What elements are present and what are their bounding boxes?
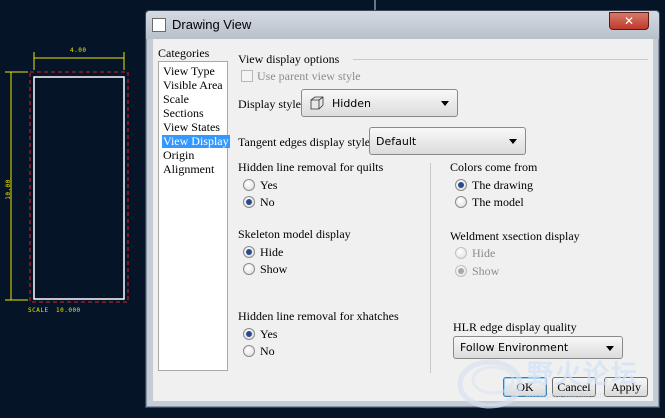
app-icon: [152, 18, 166, 32]
category-scale[interactable]: Scale: [162, 93, 190, 106]
chevron-down-icon: [509, 139, 517, 144]
hidden-quilts-label: Hidden line removal for quilts: [238, 160, 384, 174]
hidden-quilts-no-label: No: [260, 195, 275, 209]
chevron-down-icon: [606, 346, 614, 351]
cancel-button[interactable]: Cancel: [552, 377, 596, 397]
hlr-dropdown[interactable]: Follow Environment: [453, 336, 623, 359]
hidden-xhatch-yes-label: Yes: [260, 327, 278, 341]
weldment-label: Weldment xsection display: [450, 229, 580, 243]
colors-model-radio[interactable]: [455, 196, 467, 208]
scale-label: SCALE: [28, 307, 49, 314]
skeleton-hide-label: Hide: [260, 245, 284, 259]
drawing-view-dialog: Drawing View ✕ Categories View Type Visi…: [145, 10, 660, 408]
ok-button[interactable]: OK: [503, 377, 547, 397]
display-style-value: Hidden: [332, 97, 372, 110]
dialog-titlebar[interactable]: Drawing View ✕: [146, 11, 659, 39]
hidden-quilts-yes-label: Yes: [260, 178, 278, 192]
weldment-hide-label: Hide: [472, 246, 496, 260]
category-view-display[interactable]: View Display: [162, 135, 230, 148]
skeleton-label: Skeleton model display: [238, 227, 351, 241]
skeleton-show-label: Show: [260, 262, 288, 276]
dimension-height: 10.00: [4, 179, 12, 200]
category-view-states[interactable]: View States: [162, 121, 221, 134]
close-button[interactable]: ✕: [609, 12, 649, 30]
chevron-down-icon: [441, 101, 449, 106]
category-view-type[interactable]: View Type: [162, 65, 216, 78]
tangent-dropdown[interactable]: Default: [369, 127, 526, 155]
hidden-quilts-yes-radio[interactable]: [243, 179, 255, 191]
hlr-value: Follow Environment: [460, 341, 569, 354]
categories-label: Categories: [158, 46, 210, 60]
weldment-hide-radio: [455, 247, 467, 259]
column-separator: [430, 163, 431, 373]
tangent-label: Tangent edges display style: [238, 135, 371, 149]
colors-drawing-label: The drawing: [472, 178, 533, 192]
skeleton-hide-radio[interactable]: [243, 246, 255, 258]
scale-value: 10.000: [56, 307, 81, 314]
weldment-show-label: Show: [472, 264, 500, 278]
skeleton-show-radio[interactable]: [243, 263, 255, 275]
use-parent-label: Use parent view style: [257, 69, 361, 83]
tangent-value: Default: [376, 135, 417, 148]
display-style-dropdown[interactable]: Hidden: [301, 89, 458, 117]
hidden-xhatch-yes-radio[interactable]: [243, 328, 255, 340]
group-divider: [353, 59, 648, 60]
dialog-title: Drawing View: [172, 17, 252, 32]
hidden-style-icon: [310, 96, 324, 110]
apply-button[interactable]: Apply: [604, 377, 648, 397]
dialog-content: Categories View Type Visible Area Scale …: [153, 39, 653, 401]
category-sections[interactable]: Sections: [162, 107, 205, 120]
hlr-label: HLR edge display quality: [453, 320, 577, 334]
hidden-xhatch-label: Hidden line removal for xhatches: [238, 309, 399, 323]
category-visible-area[interactable]: Visible Area: [162, 79, 224, 92]
categories-list: View Type Visible Area Scale Sections Vi…: [158, 61, 230, 371]
colors-model-label: The model: [472, 195, 524, 209]
hidden-xhatch-no-label: No: [260, 344, 275, 358]
category-alignment[interactable]: Alignment: [162, 163, 215, 176]
hidden-quilts-no-radio[interactable]: [243, 196, 255, 208]
category-origin[interactable]: Origin: [162, 149, 195, 162]
use-parent-checkbox[interactable]: [241, 70, 253, 82]
hidden-xhatch-no-radio[interactable]: [243, 345, 255, 357]
display-style-label: Display style: [238, 97, 301, 111]
group-title: View display options: [238, 52, 340, 66]
weldment-show-radio: [455, 265, 467, 277]
dimension-width: 4.00: [70, 47, 87, 54]
colors-label: Colors come from: [450, 160, 538, 174]
colors-drawing-radio[interactable]: [455, 179, 467, 191]
